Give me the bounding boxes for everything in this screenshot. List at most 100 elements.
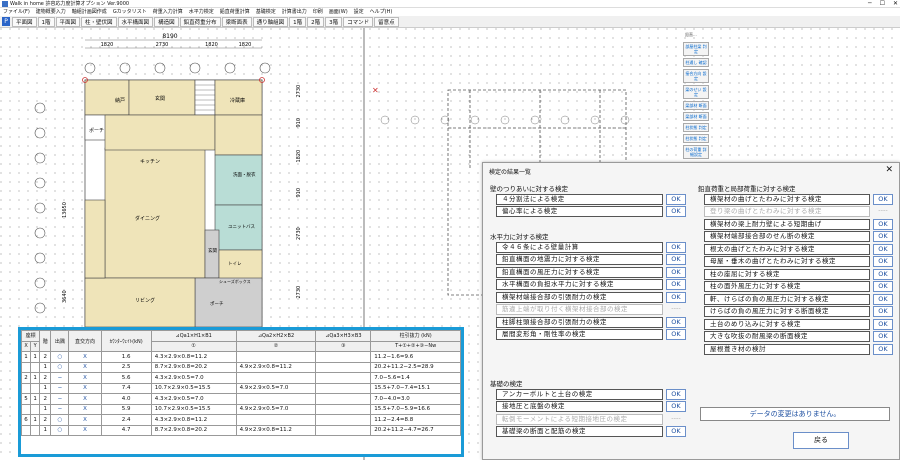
ok-button[interactable]: OK <box>873 318 893 330</box>
close-icon[interactable]: ✕ <box>885 165 893 175</box>
ok-button[interactable]: OK <box>873 331 893 342</box>
table-cell: − <box>50 372 70 384</box>
check-row: けらばの負の風圧力に対する断面検定 OK <box>704 306 893 318</box>
ok-button[interactable]: OK <box>666 401 686 412</box>
menu-item[interactable]: 荷重入力計算 <box>153 8 183 16</box>
ok-button[interactable]: OK <box>873 243 893 255</box>
menu-item[interactable]: 水平力検定 <box>189 8 214 16</box>
toolbar-tab[interactable]: 留意点 <box>374 16 399 27</box>
ok-button[interactable]: OK <box>666 266 686 278</box>
room-label: シューズボックス <box>219 278 251 284</box>
app-icon <box>2 1 8 7</box>
check-row: 筋違上端が取り付く横架材接合部の検定 ---- <box>496 304 686 316</box>
menu-item[interactable]: 鉛直荷重計算 <box>220 8 250 16</box>
side-tool-button[interactable]: 部屋柱梁 判定 <box>683 42 709 56</box>
toolbar-tab[interactable]: 柱・壁伏図 <box>81 16 117 27</box>
menu-item[interactable]: ファイル(F) <box>3 8 30 16</box>
check-label: 水平構面の負担水平力に対する検定 <box>496 279 663 290</box>
ok-button[interactable]: OK <box>666 291 686 303</box>
check-label: 接地圧と底盤の検定 <box>496 401 663 412</box>
menu-item[interactable]: 印刷 <box>313 8 323 16</box>
check-row: 柱の面外風圧力に対する検定 OK <box>704 281 893 293</box>
minimize-icon[interactable]: ─ <box>868 0 872 8</box>
ok-button[interactable]: OK <box>873 193 893 205</box>
side-tool-button[interactable]: 梁部材 断面 <box>683 112 709 121</box>
table-cell: 5.6 <box>100 372 152 384</box>
menu-item[interactable]: 計算書出力 <box>282 8 307 16</box>
menu-item[interactable]: ヘルプ(H) <box>370 8 393 16</box>
back-button[interactable]: 戻る <box>793 432 849 449</box>
check-label: 偏心率による検定 <box>496 206 663 217</box>
ok-button[interactable]: OK <box>666 329 686 340</box>
ok-button[interactable]: OK <box>666 254 686 265</box>
menu-item[interactable]: 軸組計画図作成 <box>72 8 107 16</box>
menu-item[interactable]: 基礎検定 <box>256 8 276 16</box>
toolbar-tab[interactable]: 構造図 <box>154 16 179 27</box>
side-tool-button[interactable]: 梁部材 断面 <box>683 101 709 110</box>
ok-button[interactable]: OK <box>873 218 893 230</box>
table-cell: 10.7×2.9×0.5=15.5 <box>150 403 237 415</box>
table-cell: 4.9×2.9×0.5=7.0 <box>235 382 317 394</box>
ok-button[interactable]: OK <box>666 193 686 205</box>
maximize-icon[interactable]: ☐ <box>880 0 885 8</box>
check-label: 横架材端接合部の引張耐力の検定 <box>496 291 663 303</box>
ok-button[interactable]: OK <box>666 316 686 328</box>
table-cell <box>315 351 372 363</box>
toolbar-tab[interactable]: 梁断面表 <box>221 16 252 27</box>
close-icon[interactable]: ✕ <box>893 0 898 8</box>
ok-button[interactable]: OK <box>666 279 686 290</box>
dim-top: 1820 <box>101 42 114 48</box>
table-cell: 15.5+7.0−7.4=15.1 <box>370 382 461 394</box>
toolbar-tab[interactable]: 1階 <box>289 16 307 27</box>
menu-item[interactable]: 建物概要入力 <box>36 8 66 16</box>
side-tool-button[interactable]: 柱の荷重 詳細設定 <box>683 145 709 159</box>
toolbar-tab[interactable]: 1階 <box>37 16 55 27</box>
toolbar-tab[interactable]: 2階 <box>307 16 325 27</box>
toolbar-tab[interactable]: 鉛直荷重分布 <box>179 16 221 27</box>
menu-item[interactable]: 設定 <box>354 8 364 16</box>
table-cell: X <box>68 424 102 436</box>
table-cell: X <box>68 372 102 384</box>
p-button[interactable]: P <box>2 17 10 26</box>
toolbar-tab[interactable]: コマンド <box>343 16 374 27</box>
ok-button[interactable]: OK <box>873 343 893 355</box>
toolbar-tab[interactable]: 通り軸組図 <box>252 16 289 27</box>
toolbar-tab[interactable]: 3階 <box>325 16 343 27</box>
table-cell: 2 <box>39 351 52 363</box>
check-label: ４分割法による検定 <box>496 193 663 205</box>
pullout-table-panel: 座標 階 出隅 直交方向 ｶｳﾝﾀｰｳｪｲﾄ(kN) ⊿Qa1×H1×B1 ⊿Q… <box>18 327 464 457</box>
ok-button[interactable]: OK <box>873 256 893 267</box>
pullout-table: 座標 階 出隅 直交方向 ｶｳﾝﾀｰｳｪｲﾄ(kN) ⊿Qa1×H1×B1 ⊿Q… <box>20 330 461 436</box>
ok-button[interactable]: OK <box>873 231 893 242</box>
table-cell: X <box>68 403 102 415</box>
ok-button[interactable]: OK <box>873 306 893 317</box>
toolbar-tab[interactable]: 平面図 <box>55 16 81 27</box>
check-row: 基礎梁の断面と配筋の検定 OK <box>496 426 686 438</box>
check-label: 柱脚柱頭接合部の引張耐力の検定 <box>496 316 663 328</box>
ok-button[interactable]: OK <box>666 426 686 437</box>
toolbar-tab[interactable]: 平面図 <box>12 16 37 27</box>
side-tool-button[interactable]: 柱状態 判定 <box>683 123 709 132</box>
table-cell: 6 <box>20 414 32 426</box>
ok-button[interactable]: OK <box>873 293 893 305</box>
ok-button[interactable]: OK <box>873 268 893 280</box>
side-tool-button[interactable]: 柱状態 判定 <box>683 134 709 143</box>
ok-button[interactable]: OK <box>666 206 686 217</box>
ok-button[interactable]: OK <box>666 388 686 400</box>
side-tool-button[interactable]: 接合方向 設定 <box>683 69 709 83</box>
side-tool-button[interactable]: 梁のせい 設定 <box>683 85 709 99</box>
title-bar: Walk in home 許容応力度計算オプション Ver.9000 ─ ☐ ✕ <box>0 0 900 8</box>
table-row: 1 1 2 ○ X 1.6 4.3×2.9×0.8=11.2 11.2−1.6=9.6 <box>20 351 461 363</box>
room-label: キッチン <box>140 159 160 165</box>
menu-item[interactable]: Gカッタリスト <box>113 8 147 16</box>
table-cell: 1 <box>30 372 41 384</box>
ok-button[interactable]: OK <box>873 281 893 292</box>
check-label: 横架材の曲げとたわみに対する検定 <box>704 193 870 205</box>
side-tool-button[interactable]: 柱通し 確認 <box>683 58 709 67</box>
menu-item[interactable]: 画面(W) <box>329 8 348 16</box>
toolbar-tab[interactable]: 水平構面図 <box>117 16 154 27</box>
table-cell <box>30 403 41 415</box>
check-row: 登り梁の曲げとたわみに対する検定 ---- <box>704 206 893 218</box>
ok-button[interactable]: OK <box>666 241 686 253</box>
table-cell: 15.5+7.0−5.9=16.6 <box>370 403 461 415</box>
